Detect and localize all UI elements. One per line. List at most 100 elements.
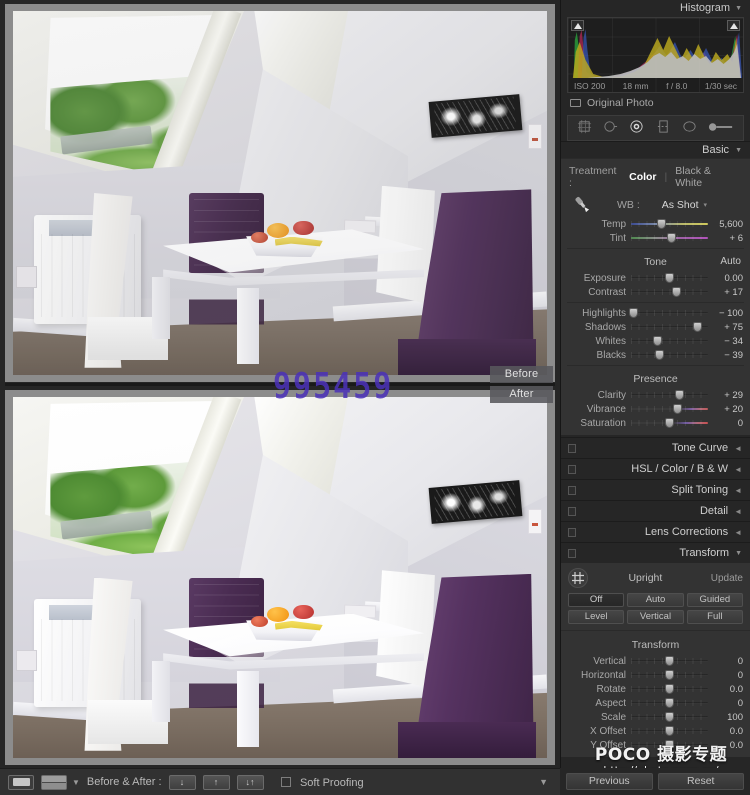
slider-track[interactable] — [631, 218, 708, 230]
panel-switch-icon[interactable] — [568, 528, 576, 537]
slider-value[interactable]: 0 — [713, 670, 743, 681]
treatment-black-and-white-option[interactable]: Black & White — [667, 165, 742, 189]
slider-vertical[interactable]: Vertical 0 — [561, 654, 750, 668]
chevron-down-icon[interactable]: ▼ — [735, 5, 742, 12]
slider-contrast[interactable]: Contrast + 17 — [561, 285, 750, 299]
upright-auto-button[interactable]: Auto — [627, 593, 684, 607]
slider-track[interactable] — [631, 232, 708, 244]
slider-value[interactable]: 0.00 — [713, 273, 744, 284]
upright-full-button[interactable]: Full — [686, 610, 743, 624]
slider-rotate[interactable]: Rotate 0.0 — [561, 682, 750, 696]
chevron-left-icon[interactable]: ◄ — [734, 444, 742, 453]
slider-aspect[interactable]: Aspect 0 — [561, 696, 750, 710]
copy-after-settings-to-before-button[interactable]: ↓ — [168, 774, 196, 790]
slider-value[interactable]: − 100 — [713, 308, 743, 319]
adjustment-brush-tool-icon[interactable] — [708, 120, 734, 137]
soft-proofing-checkbox[interactable] — [280, 777, 291, 787]
slider-exposure[interactable]: Exposure 0.00 — [561, 271, 750, 285]
toolbar-chevron-down-icon[interactable]: ▼ — [539, 777, 552, 787]
red-eye-correction-tool-icon[interactable] — [629, 119, 644, 137]
before-photo-image[interactable] — [13, 11, 547, 375]
chevron-left-icon[interactable]: ◄ — [734, 528, 742, 537]
reset-button[interactable]: Reset — [657, 773, 744, 790]
upright-off-button[interactable]: Off — [568, 593, 625, 607]
slider-knob[interactable] — [671, 287, 681, 297]
slider-knob[interactable] — [665, 273, 674, 283]
slider-knob[interactable] — [665, 418, 674, 428]
slider-value[interactable]: 0 — [713, 418, 743, 429]
wb-value[interactable]: As Shot — [662, 199, 699, 211]
slider-track[interactable] — [631, 711, 708, 723]
graduated-filter-tool-icon[interactable] — [656, 119, 671, 137]
histogram-header[interactable]: Histogram ▼ — [561, 0, 750, 16]
slider-value[interactable]: 0.0 — [713, 740, 743, 751]
crop-overlay-tool-icon[interactable] — [577, 119, 592, 137]
slider-track[interactable] — [631, 697, 708, 709]
slider-knob[interactable] — [657, 219, 667, 229]
slider-track[interactable] — [631, 403, 708, 415]
slider-scale[interactable]: Scale 100 — [561, 710, 750, 724]
panel-switch-icon[interactable] — [568, 444, 576, 453]
slider-track[interactable] — [631, 683, 708, 695]
white-balance-selector-icon[interactable] — [569, 195, 595, 215]
after-photo-image[interactable] — [13, 397, 547, 758]
soft-proofing-toggle[interactable]: Soft Proofing — [280, 773, 364, 791]
slider-knob[interactable] — [665, 698, 674, 708]
slider-whites[interactable]: Whites − 34 — [561, 334, 750, 348]
slider-track[interactable] — [631, 389, 708, 401]
panel-switch-icon[interactable] — [568, 486, 576, 495]
slider-horizontal[interactable]: Horizontal 0 — [561, 668, 750, 682]
slider-knob[interactable] — [665, 726, 674, 736]
chevron-left-icon[interactable]: ◄ — [734, 465, 742, 474]
upright-update-button[interactable]: Update — [711, 573, 743, 584]
histogram-graph[interactable]: ISO 200 18 mm f / 8.0 1/30 sec — [567, 17, 744, 93]
slider-clarity[interactable]: Clarity + 29 — [561, 388, 750, 402]
slider-knob[interactable] — [675, 390, 684, 400]
slider-knob[interactable] — [672, 404, 682, 414]
chevron-down-icon[interactable]: ▼ — [735, 147, 742, 154]
spot-removal-tool-icon[interactable] — [603, 119, 618, 137]
slider-blacks[interactable]: Blacks − 39 — [561, 348, 750, 362]
slider-track[interactable] — [631, 739, 708, 751]
slider-value[interactable]: 100 — [713, 712, 743, 723]
slider-knob[interactable] — [692, 322, 702, 332]
before-after-view-icon[interactable] — [41, 774, 67, 790]
slider-vibrance[interactable]: Vibrance + 20 — [561, 402, 750, 416]
slider-track[interactable] — [631, 335, 708, 347]
slider-temp[interactable]: Temp 5,600 — [561, 217, 750, 231]
slider-value[interactable]: 0 — [713, 656, 743, 667]
chevron-down-icon[interactable]: ▾ — [704, 201, 708, 209]
slider-track[interactable] — [628, 307, 708, 319]
slider-knob[interactable] — [665, 740, 674, 750]
panel-switch-icon[interactable] — [568, 549, 576, 558]
copy-before-settings-to-after-button[interactable]: ↑ — [202, 774, 230, 790]
panel-switch-icon[interactable] — [568, 465, 576, 474]
basic-panel-header[interactable]: Basic ▼ — [561, 141, 750, 158]
slider-value[interactable]: + 75 — [713, 322, 743, 333]
slider-shadows[interactable]: Shadows + 75 — [561, 320, 750, 334]
slider-knob[interactable] — [665, 712, 674, 722]
slider-highlights[interactable]: Highlights − 100 — [561, 306, 750, 320]
sidebar-item-lens-corrections[interactable]: Lens Corrections ◄ — [561, 521, 750, 542]
chevron-down-icon[interactable]: ▼ — [72, 778, 80, 787]
slider-knob[interactable] — [653, 336, 663, 346]
slider-track[interactable] — [631, 669, 708, 681]
slider-tint[interactable]: Tint + 6 — [561, 231, 750, 245]
slider-track[interactable] — [631, 286, 708, 298]
slider-x-offset[interactable]: X Offset 0.0 — [561, 724, 750, 738]
sidebar-item-hsl-color-bw[interactable]: HSL / Color / B & W ◄ — [561, 458, 750, 479]
after-photo-pane[interactable] — [5, 390, 555, 765]
slider-track[interactable] — [631, 655, 708, 667]
slider-value[interactable]: 0.0 — [713, 684, 743, 695]
before-photo-pane[interactable] — [5, 4, 555, 382]
slider-track[interactable] — [631, 349, 708, 361]
slider-track[interactable] — [631, 272, 708, 284]
slider-value[interactable]: + 20 — [713, 404, 743, 415]
loupe-view-icon[interactable] — [8, 774, 34, 790]
chevron-left-icon[interactable]: ◄ — [734, 507, 742, 516]
slider-track[interactable] — [631, 725, 708, 737]
sidebar-item-transform[interactable]: Transform ▼ — [561, 542, 750, 563]
previous-button[interactable]: Previous — [566, 773, 653, 790]
radial-filter-tool-icon[interactable] — [682, 119, 697, 137]
original-photo-row[interactable]: Original Photo — [561, 93, 750, 113]
